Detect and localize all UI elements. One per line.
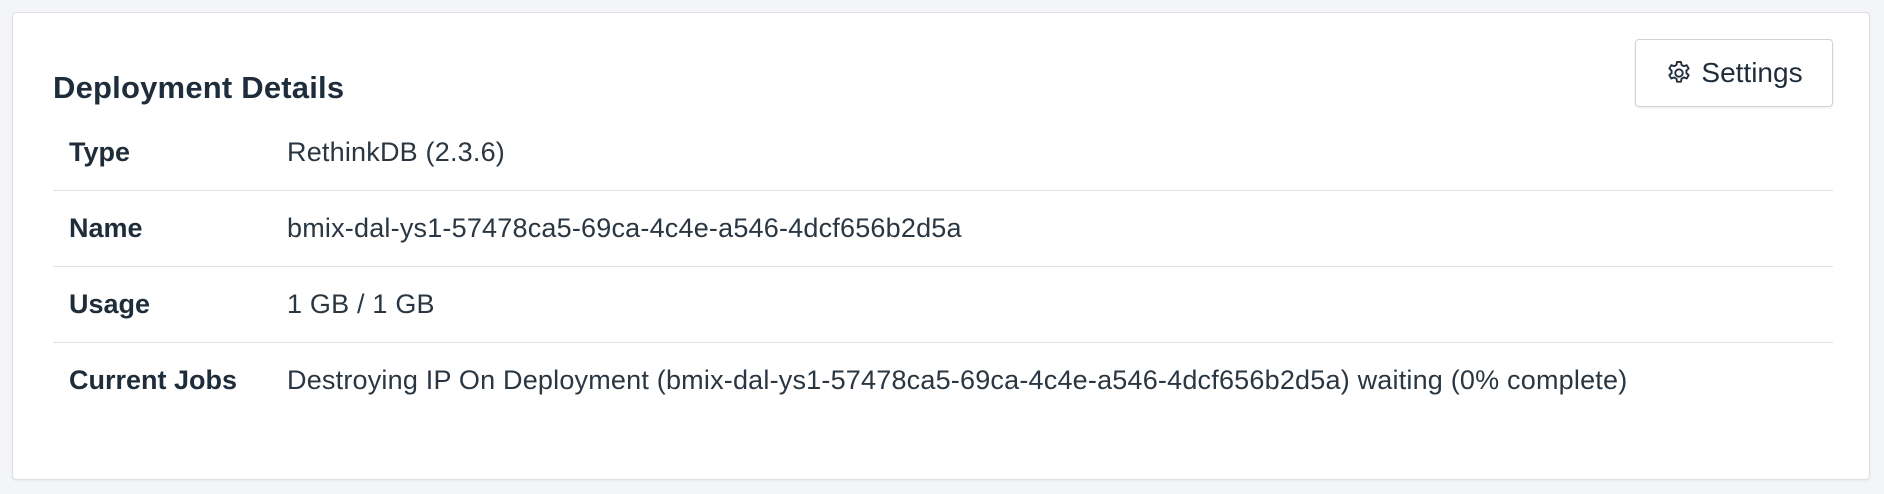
detail-row-current-jobs: Current Jobs Destroying IP On Deployment… [53, 342, 1833, 418]
card-title: Deployment Details [53, 70, 345, 105]
settings-button[interactable]: Settings [1635, 39, 1833, 107]
details-table: Type RethinkDB (2.3.6) Name bmix-dal-ys1… [53, 115, 1833, 418]
detail-row-type: Type RethinkDB (2.3.6) [53, 115, 1833, 191]
deployment-details-card: Deployment Details Settings Type Rethink… [12, 12, 1870, 480]
detail-value: RethinkDB (2.3.6) [287, 137, 505, 167]
detail-value: 1 GB / 1 GB [287, 266, 1833, 343]
detail-label: Current Jobs [53, 342, 287, 418]
gear-icon [1665, 59, 1693, 87]
detail-label: Usage [53, 266, 287, 343]
settings-button-label: Settings [1701, 57, 1803, 88]
detail-value: bmix-dal-ys1-57478ca5-69ca-4c4e-a546-4dc… [287, 190, 1833, 267]
detail-row-name: Name bmix-dal-ys1-57478ca5-69ca-4c4e-a54… [53, 190, 1833, 267]
detail-value: Destroying IP On Deployment (bmix-dal-ys… [287, 342, 1833, 418]
detail-row-usage: Usage 1 GB / 1 GB [53, 266, 1833, 343]
detail-label: Name [53, 190, 287, 267]
detail-label: Type [69, 137, 131, 167]
